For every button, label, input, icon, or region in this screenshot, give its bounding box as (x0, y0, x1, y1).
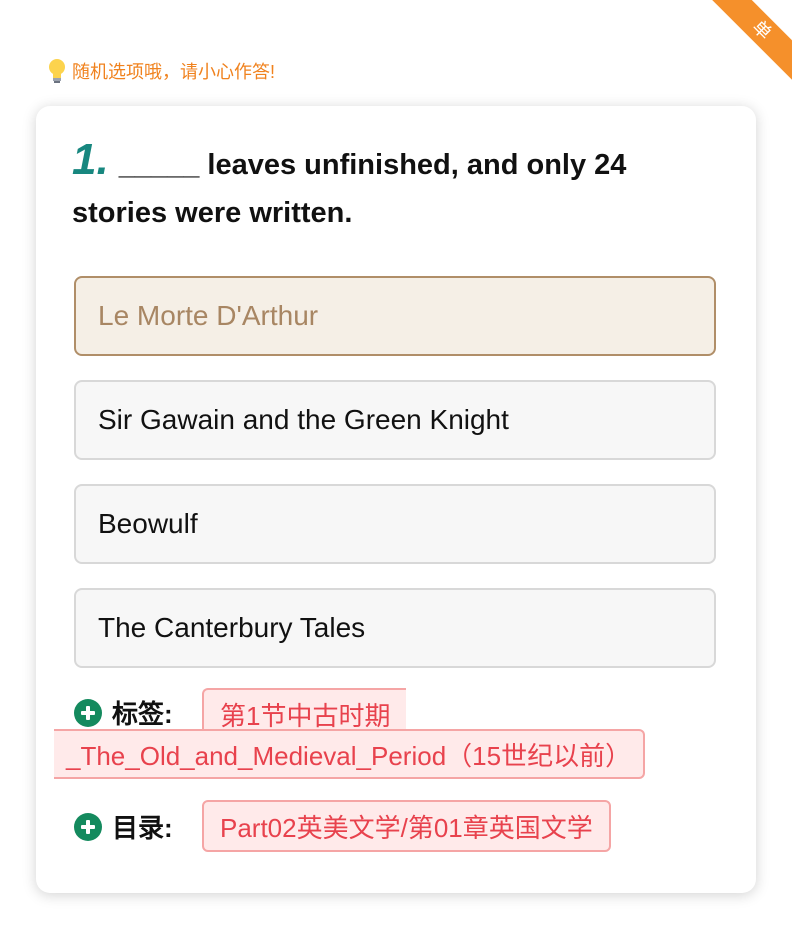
option-label: Sir Gawain and the Green Knight (98, 404, 509, 435)
corner-badge-label: 单 (712, 0, 792, 80)
option-c[interactable]: Beowulf (74, 484, 716, 564)
question-text: _____ leaves unfinished, and only 24 sto… (72, 149, 627, 229)
lightbulb-icon (46, 58, 68, 84)
tags-label: 标签: (74, 694, 173, 731)
option-d[interactable]: The Canterbury Tales (74, 588, 716, 668)
option-label: Le Morte D'Arthur (98, 300, 319, 331)
catalog-chip[interactable]: Part02英美文学/第01章英国文学 (202, 800, 611, 852)
option-label: Beowulf (98, 508, 198, 539)
question-number: 1. (72, 135, 109, 184)
option-b[interactable]: Sir Gawain and the Green Knight (74, 380, 716, 460)
catalog-label: 目录: (74, 808, 173, 845)
option-label: The Canterbury Tales (98, 612, 366, 643)
tag-chip-line2[interactable]: _The_Old_and_Medieval_Period（15世纪以前） (54, 729, 646, 779)
question-card: 1. _____ leaves unfinished, and only 24 s… (36, 106, 756, 893)
hint-text: 随机选项哦，请小心作答! (72, 62, 275, 82)
option-a[interactable]: Le Morte D'Arthur (74, 276, 716, 356)
add-catalog-icon[interactable] (74, 812, 102, 841)
add-tag-icon[interactable] (74, 698, 102, 727)
question-stem: 1. _____ leaves unfinished, and only 24 s… (72, 136, 712, 237)
hint-banner: 随机选项哦，请小心作答! (46, 58, 275, 84)
corner-badge: 单 (712, 0, 792, 80)
